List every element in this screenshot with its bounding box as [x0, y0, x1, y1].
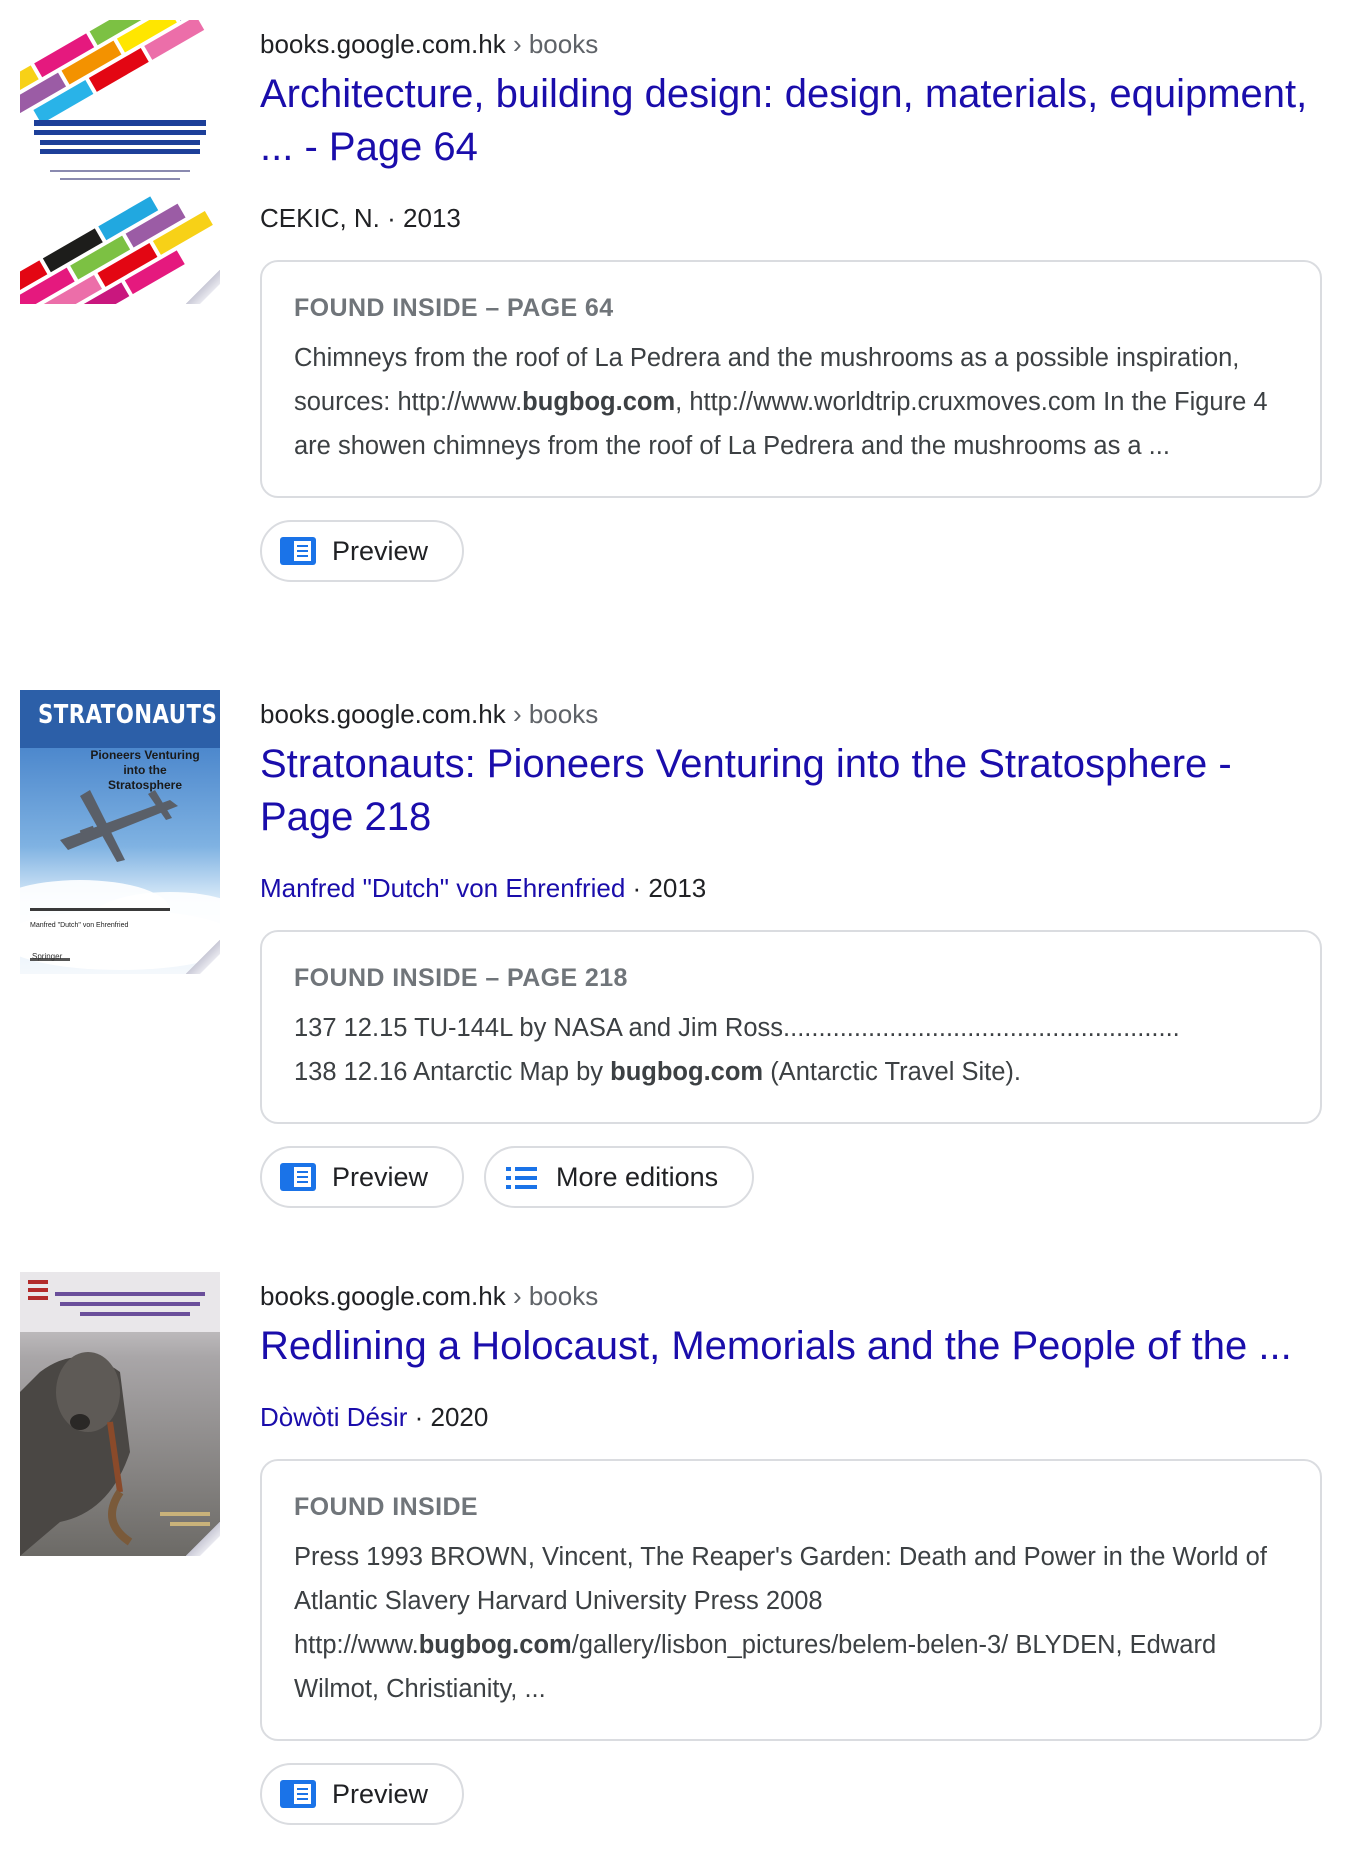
- result-meta: Dòwòti Désir · 2020: [260, 1401, 1320, 1433]
- preview-button[interactable]: Preview: [260, 1763, 465, 1825]
- preview-label: Preview: [332, 535, 429, 566]
- result-content: books.google.com.hk › books Architecture…: [260, 28, 1322, 582]
- book-icon: [280, 1780, 316, 1808]
- snippet-highlight: bugbog.com: [418, 1631, 572, 1659]
- result-actions: Preview: [260, 520, 1320, 582]
- result-content: books.google.com.hk › books Redlining a …: [260, 1280, 1322, 1825]
- more-editions-button[interactable]: More editions: [484, 1146, 755, 1208]
- preview-button[interactable]: Preview: [260, 1146, 465, 1208]
- result-meta: Manfred "Dutch" von Ehrenfried · 2013: [260, 872, 1320, 904]
- result-actions: Preview: [260, 1763, 1320, 1825]
- author: CEKIC, N.: [260, 203, 380, 233]
- snippet-line: 137 12.15 TU-144L by NASA and Jim Ross..…: [294, 1014, 1180, 1042]
- cover-title: STRATONAUTS: [38, 700, 218, 730]
- breadcrumb: › books: [505, 1281, 599, 1311]
- page-curl-icon: [186, 940, 220, 974]
- preview-label: Preview: [332, 1161, 429, 1192]
- author-link[interactable]: Manfred "Dutch" von Ehrenfried: [260, 873, 625, 903]
- book-cover-thumbnail[interactable]: STRATONAUTS Pioneers Venturing into the …: [20, 690, 220, 974]
- result-url[interactable]: books.google.com.hk › books: [260, 698, 1320, 730]
- snippet-highlight: bugbog.com: [610, 1058, 764, 1086]
- book-icon: [280, 537, 316, 565]
- book-cover-thumbnail[interactable]: [20, 1272, 220, 1556]
- found-inside-card[interactable]: FOUND INSIDE Press 1993 BROWN, Vincent, …: [260, 1459, 1322, 1741]
- snippet-text: 137 12.15 TU-144L by NASA and Jim Ross..…: [294, 1006, 1288, 1094]
- page-curl-icon: [186, 270, 220, 304]
- book-icon: [280, 1163, 316, 1191]
- year: · 2020: [407, 1402, 489, 1432]
- cover-publisher: Springer: [32, 952, 63, 961]
- snippet-part: (Antarctic Travel Site).: [763, 1058, 1022, 1086]
- preview-label: Preview: [332, 1778, 429, 1809]
- result-title-link[interactable]: Redlining a Holocaust, Memorials and the…: [260, 1320, 1320, 1373]
- year: · 2013: [625, 873, 707, 903]
- found-inside-label: FOUND INSIDE: [294, 1493, 478, 1521]
- site-domain: books.google.com.hk: [260, 29, 506, 59]
- snippet-highlight: bugbog.com: [522, 388, 676, 416]
- found-inside-card[interactable]: FOUND INSIDE – PAGE 218 137 12.15 TU-144…: [260, 930, 1322, 1124]
- found-inside-label: FOUND INSIDE – PAGE 64: [294, 294, 614, 322]
- list-icon: [504, 1163, 540, 1191]
- breadcrumb: › books: [505, 29, 599, 59]
- more-editions-label: More editions: [556, 1161, 719, 1192]
- result-title-link[interactable]: Stratonauts: Pioneers Venturing into the…: [260, 738, 1320, 844]
- site-domain: books.google.com.hk: [260, 1281, 506, 1311]
- author-link[interactable]: Dòwòti Désir: [260, 1402, 407, 1432]
- result-url[interactable]: books.google.com.hk › books: [260, 1280, 1320, 1312]
- found-inside-card[interactable]: FOUND INSIDE – PAGE 64 Chimneys from the…: [260, 260, 1322, 498]
- snippet-text: Chimneys from the roof of La Pedrera and…: [294, 336, 1288, 468]
- result-title-link[interactable]: Architecture, building design: design, m…: [260, 68, 1320, 174]
- result-url[interactable]: books.google.com.hk › books: [260, 28, 1320, 60]
- snippet-part: 138 12.16 Antarctic Map by: [294, 1058, 611, 1086]
- result-actions: Preview More editions: [260, 1146, 1320, 1208]
- year: · 2013: [379, 203, 461, 233]
- cover-author: Manfred "Dutch" von Ehrenfried: [30, 922, 129, 929]
- preview-button[interactable]: Preview: [260, 520, 465, 582]
- breadcrumb: › books: [505, 699, 599, 729]
- page-curl-icon: [186, 1522, 220, 1556]
- snippet-text: Press 1993 BROWN, Vincent, The Reaper's …: [294, 1535, 1288, 1711]
- found-inside-label: FOUND INSIDE – PAGE 218: [294, 964, 628, 992]
- result-meta: CEKIC, N. · 2013: [260, 202, 1320, 234]
- snippet-line: 138 12.16 Antarctic Map by bugbog.com (A…: [294, 1050, 1288, 1094]
- site-domain: books.google.com.hk: [260, 699, 506, 729]
- book-cover-thumbnail[interactable]: [20, 20, 220, 304]
- result-content: books.google.com.hk › books Stratonauts:…: [260, 698, 1322, 1208]
- cover-subtitle: Pioneers Venturing into the Stratosphere: [90, 748, 200, 792]
